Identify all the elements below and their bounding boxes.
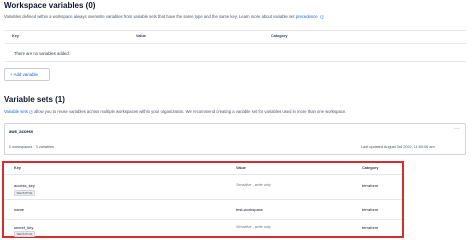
sensitive-badge: SENSITIVE — [14, 231, 35, 237]
variable-sets-link[interactable]: Variable sets — [4, 109, 28, 114]
variable-sets-title: Variable sets (1) — [4, 95, 65, 104]
row-category: terraform — [362, 207, 379, 212]
add-variable-button[interactable]: + Add variable — [4, 68, 50, 81]
variable-set-name: aws_access — [9, 129, 34, 134]
sensitive-badge: SENSITIVE — [14, 190, 35, 196]
row-category: terraform — [362, 183, 379, 188]
row-key: secret_key — [14, 225, 34, 230]
row-value: test-workspace — [236, 207, 263, 212]
variable-sets-description: Variable sets allow you to reuse variabl… — [4, 109, 346, 114]
divider — [4, 43, 466, 44]
workspace-variables-description: Variables defined within a workspace alw… — [4, 14, 324, 19]
set-column-value: Value — [236, 166, 246, 170]
row-key: access_key — [14, 183, 35, 188]
divider — [4, 174, 402, 175]
row-value: Sensitive - write only — [236, 225, 271, 229]
variable-set-summary: 2 workspaces · 3 variables — [9, 145, 54, 149]
divider — [4, 199, 402, 200]
row-key: name — [14, 207, 25, 212]
variable-set-last-updated: Last updated August 3rd 2022, 11:50:06 a… — [361, 145, 435, 149]
empty-message: There are no variables added. — [14, 51, 70, 56]
column-key: Key — [12, 34, 19, 38]
divider — [4, 30, 466, 31]
precedence-link[interactable]: precedence — [296, 14, 318, 19]
column-category: Category — [271, 34, 288, 38]
row-value: Sensitive - write only — [236, 183, 271, 187]
variable-sets-description-text: allow you to reuse variables across mult… — [34, 109, 347, 114]
set-column-category: Category — [362, 166, 379, 170]
row-category: terraform — [362, 225, 379, 230]
divider — [4, 61, 466, 62]
external-link-icon — [29, 110, 33, 113]
divider — [4, 219, 402, 220]
set-column-key: Key — [14, 166, 21, 170]
column-value: Value — [136, 34, 146, 38]
workspace-variables-description-text: Variables defined within a workspace alw… — [4, 14, 295, 19]
external-link-icon — [320, 15, 324, 18]
variable-set-card[interactable]: aws_access ··· 2 workspaces · 3 variable… — [4, 123, 466, 155]
workspace-variables-title: Workspace variables (0) — [4, 1, 96, 10]
add-variable-label: + Add variable — [10, 72, 38, 77]
more-options-icon[interactable]: ··· — [454, 126, 460, 132]
